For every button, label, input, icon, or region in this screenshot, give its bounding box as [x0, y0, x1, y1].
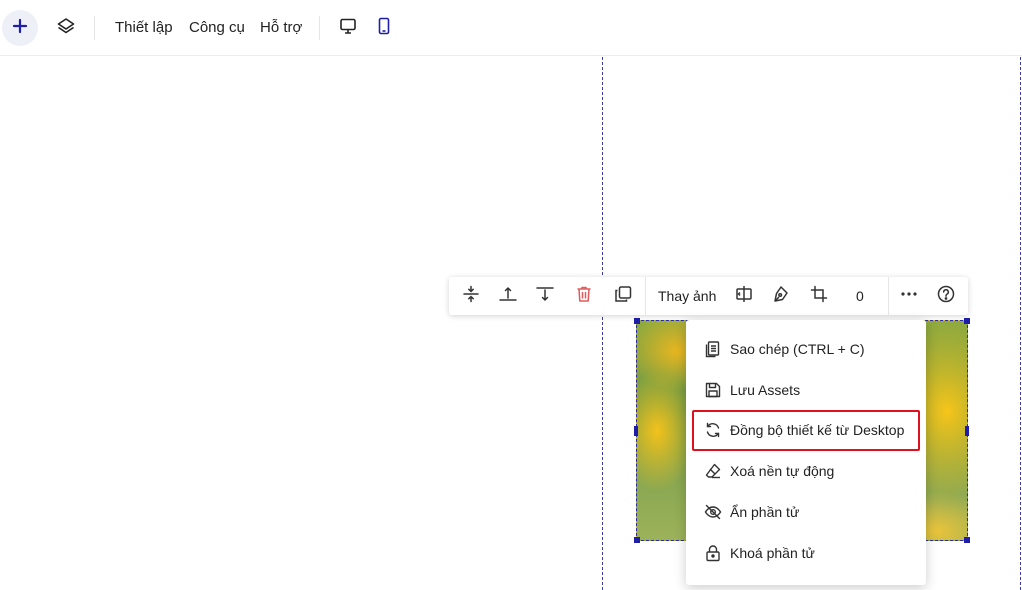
duplicate-button[interactable]	[609, 282, 637, 310]
plus-icon	[12, 18, 28, 39]
resize-handle[interactable]	[964, 318, 970, 324]
menu-item-copy[interactable]: Sao chép (CTRL + C)	[686, 331, 926, 367]
resize-handle[interactable]	[634, 537, 640, 543]
menu-item-label: Xoá nền tự động	[730, 463, 835, 479]
menu-item-save-assets[interactable]: Lưu Assets	[686, 372, 926, 408]
resize-handle[interactable]	[634, 426, 638, 436]
help-icon	[936, 284, 956, 309]
delete-icon	[574, 284, 594, 309]
menu-settings[interactable]: Thiết lập	[115, 18, 173, 38]
canvas-guide-right	[1020, 57, 1021, 590]
top-bar: Thiết lập Công cụ Hỗ trợ	[0, 0, 1022, 56]
menu-item-label: Lưu Assets	[730, 382, 801, 398]
divider	[888, 277, 889, 315]
align-top-icon	[498, 284, 518, 309]
resize-handle[interactable]	[964, 537, 970, 543]
eraser-icon	[704, 462, 722, 480]
flip-button[interactable]	[730, 282, 758, 310]
resize-handle[interactable]	[965, 426, 969, 436]
mobile-icon	[374, 16, 394, 41]
desktop-icon	[338, 16, 358, 41]
align-center-button[interactable]	[457, 282, 485, 310]
more-icon	[899, 284, 919, 309]
flip-icon	[734, 284, 754, 309]
align-top-button[interactable]	[494, 282, 522, 310]
canvas-guide-left	[602, 57, 603, 590]
delete-button[interactable]	[570, 282, 598, 310]
menu-item-lock-element[interactable]: Khoá phần tử	[686, 535, 926, 571]
menu-support[interactable]: Hỗ trợ	[260, 18, 302, 38]
menu-item-label: Khoá phần tử	[730, 545, 815, 561]
more-options-menu: Sao chép (CTRL + C) Lưu Assets Đồng bộ t…	[686, 320, 926, 585]
pen-icon	[771, 284, 791, 309]
align-bottom-button[interactable]	[531, 282, 559, 310]
desktop-view-button[interactable]	[334, 14, 362, 42]
border-radius-value[interactable]: 0	[856, 287, 864, 305]
menu-tools[interactable]: Công cụ	[189, 18, 245, 38]
align-bottom-icon	[535, 284, 555, 309]
align-center-icon	[461, 284, 481, 309]
crop-icon	[809, 284, 829, 309]
element-toolbar: Thay ảnh 0	[449, 277, 968, 315]
resize-handle[interactable]	[634, 318, 640, 324]
duplicate-icon	[613, 284, 633, 309]
replace-image-button[interactable]: Thay ảnh	[658, 287, 716, 305]
mobile-view-button[interactable]	[370, 14, 398, 42]
layers-button[interactable]	[52, 14, 80, 42]
save-icon	[704, 381, 722, 399]
divider	[319, 16, 320, 40]
layers-icon	[56, 16, 76, 41]
eye-off-icon	[704, 503, 722, 521]
copy-icon	[704, 340, 722, 358]
menu-item-remove-background[interactable]: Xoá nền tự động	[686, 453, 926, 489]
pen-tool-button[interactable]	[767, 282, 795, 310]
crop-button[interactable]	[805, 282, 833, 310]
divider	[645, 277, 646, 315]
more-options-button[interactable]	[895, 282, 923, 310]
highlight-box	[692, 410, 920, 451]
add-element-button[interactable]	[2, 10, 38, 46]
lock-icon	[704, 544, 722, 562]
help-button[interactable]	[932, 282, 960, 310]
menu-item-label: Sao chép (CTRL + C)	[730, 341, 865, 357]
divider	[94, 16, 95, 40]
menu-item-hide-element[interactable]: Ẩn phần tử	[686, 494, 926, 530]
menu-item-label: Ẩn phần tử	[730, 504, 800, 520]
